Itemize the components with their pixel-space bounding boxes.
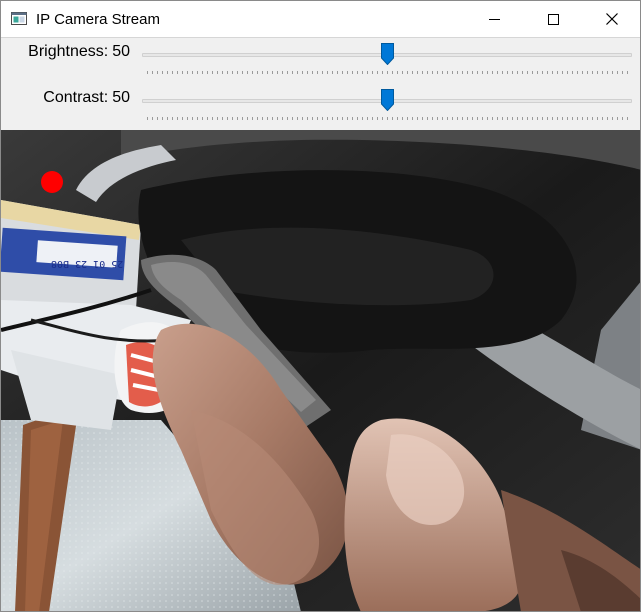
camera-feed: 25 01 23 B08 <box>1 130 640 611</box>
window-app-icon <box>11 12 27 25</box>
maximize-button[interactable] <box>530 1 576 37</box>
contrast-trackbar-row: Contrast: 50 <box>1 84 640 130</box>
brightness-slider-thumb[interactable] <box>381 43 394 65</box>
brightness-label-text: Brightness: <box>28 43 109 60</box>
title-bar[interactable]: IP Camera Stream <box>1 1 640 38</box>
minimize-button[interactable] <box>471 1 517 37</box>
window-title: IP Camera Stream <box>36 11 160 28</box>
camera-frame-image <box>1 130 640 611</box>
brightness-label: Brightness: 50 <box>28 43 130 61</box>
maximize-icon <box>547 13 559 25</box>
close-icon <box>606 13 618 25</box>
contrast-value: 50 <box>112 89 130 106</box>
contrast-slider-thumb[interactable] <box>381 89 394 111</box>
brightness-value: 50 <box>112 43 130 60</box>
brightness-trackbar-row: Brightness: 50 <box>1 38 640 84</box>
brightness-ticks <box>147 71 631 74</box>
close-button[interactable] <box>589 1 635 37</box>
contrast-ticks <box>147 117 631 120</box>
recording-indicator <box>41 171 63 193</box>
contrast-label: Contrast: 50 <box>43 89 130 107</box>
trackbar-panel: Brightness: 50 Contrast: 50 <box>1 38 640 130</box>
minimize-icon <box>488 18 500 20</box>
device-label-text: 25 01 23 B08 <box>51 258 124 269</box>
contrast-label-text: Contrast: <box>43 89 109 106</box>
app-window: IP Camera Stream Brightness: 50 Contrast… <box>0 0 641 612</box>
